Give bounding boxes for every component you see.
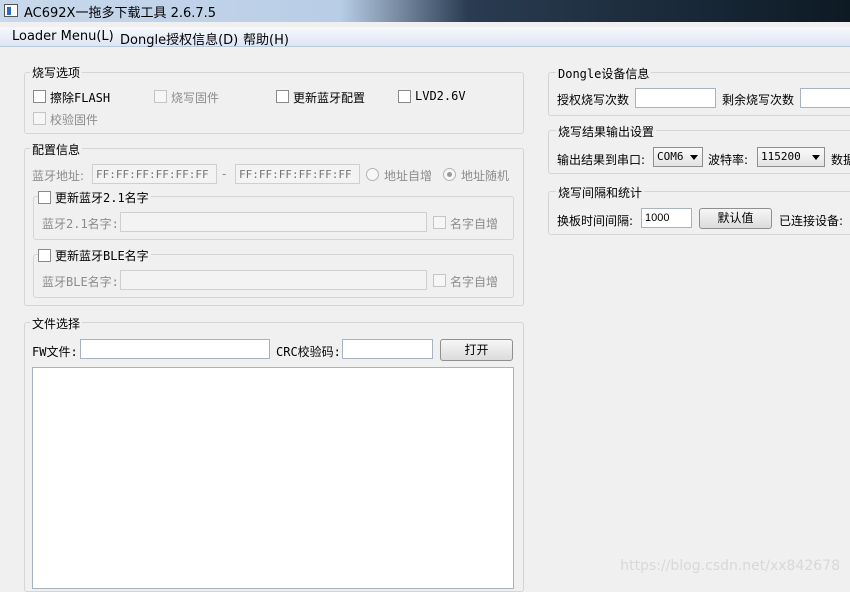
crc-input[interactable] (342, 339, 433, 359)
file-select-title: 文件选择 (30, 315, 83, 332)
verify-firmware-checkbox[interactable] (33, 112, 46, 125)
interval-input[interactable] (641, 208, 692, 228)
output-title: 烧写结果输出设置 (556, 123, 657, 140)
menu-loader[interactable]: Loader Menu(L) (12, 29, 114, 44)
update-ble-name-label: 更新蓝牙BLE名字 (55, 249, 149, 263)
lvd-label: LVD2.6V (415, 89, 466, 103)
bt21-group-header: 更新蓝牙2.1名字 (38, 189, 151, 206)
chevron-down-icon (690, 155, 698, 160)
bt21-name-auto-inc-checkbox[interactable] (433, 216, 446, 229)
menu-help[interactable]: 帮助(H) (243, 29, 289, 48)
erase-flash-label: 擦除FLASH (50, 91, 111, 105)
fw-file-input[interactable] (80, 339, 270, 359)
update-bt-config-label: 更新蓝牙配置 (293, 91, 366, 105)
fw-file-label: FW文件: (32, 345, 78, 359)
remaining-count-input[interactable] (800, 88, 850, 108)
addr-random-label: 地址随机 (461, 169, 510, 183)
dongle-title: Dongle设备信息 (556, 65, 652, 82)
menu-dongle-auth[interactable]: Dongle授权信息(D) (120, 29, 238, 48)
remaining-count-label: 剩余烧写次数 (722, 93, 795, 107)
open-file-button[interactable]: 打开 (440, 339, 513, 361)
ble-name-auto-inc-checkbox[interactable] (433, 274, 446, 287)
menu-bar: Loader Menu(L) Dongle授权信息(D) 帮助(H) (0, 27, 850, 48)
crc-label: CRC校验码: (276, 345, 341, 359)
burn-firmware-label: 烧写固件 (171, 91, 220, 105)
erase-flash-checkbox[interactable] (33, 90, 46, 103)
interval-title: 烧写间隔和统计 (556, 184, 645, 201)
auth-count-input[interactable] (635, 88, 716, 108)
window-title: AC692X一拖多下载工具 2.6.7.5 (24, 6, 217, 21)
ble-name-label: 蓝牙BLE名字: (42, 275, 119, 289)
baud-rate-label: 波特率: (708, 153, 749, 167)
bt-address-end-input[interactable] (235, 164, 360, 184)
ble-name-auto-inc-label: 名字自增 (450, 275, 499, 289)
address-range-dash: - (222, 167, 227, 181)
update-bt21-name-checkbox[interactable] (38, 191, 51, 204)
bt21-name-input[interactable] (120, 212, 427, 232)
data-label: 数据 (831, 153, 850, 167)
serial-output-label: 输出结果到串口: (557, 153, 646, 167)
bt-address-label: 蓝牙地址: (32, 169, 85, 183)
default-value-button[interactable]: 默认值 (699, 208, 772, 229)
lvd-checkbox[interactable] (398, 90, 411, 103)
update-ble-name-checkbox[interactable] (38, 249, 51, 262)
chevron-down-icon (812, 155, 820, 160)
com-port-value: COM6 (657, 150, 684, 163)
watermark-text: https://blog.csdn.net/xx842678 (620, 558, 840, 574)
auth-count-label: 授权烧写次数 (557, 93, 630, 107)
baud-rate-select[interactable]: 115200 (757, 147, 825, 167)
addr-auto-inc-radio[interactable] (366, 168, 379, 181)
update-bt21-name-label: 更新蓝牙2.1名字 (55, 191, 149, 205)
log-output-area[interactable] (32, 367, 514, 589)
addr-auto-inc-label: 地址自增 (384, 169, 433, 183)
update-bt-config-checkbox[interactable] (276, 90, 289, 103)
connected-devices-label: 已连接设备: (779, 214, 844, 228)
baud-rate-value: 115200 (761, 150, 801, 163)
bt21-name-auto-inc-label: 名字自增 (450, 217, 499, 231)
ble-name-input[interactable] (120, 270, 427, 290)
verify-firmware-label: 校验固件 (50, 113, 99, 127)
addr-random-radio[interactable] (443, 168, 456, 181)
config-title: 配置信息 (30, 141, 83, 158)
burn-options-title: 烧写选项 (30, 64, 83, 81)
app-icon (4, 4, 18, 17)
bt-address-start-input[interactable] (92, 164, 217, 184)
title-bar: AC692X一拖多下载工具 2.6.7.5 (0, 0, 850, 22)
interval-label: 换板时间间隔: (557, 214, 634, 228)
com-port-select[interactable]: COM6 (653, 147, 703, 167)
burn-firmware-checkbox[interactable] (154, 90, 167, 103)
ble-group-header: 更新蓝牙BLE名字 (38, 247, 151, 264)
bt21-name-label: 蓝牙2.1名字: (42, 217, 119, 231)
